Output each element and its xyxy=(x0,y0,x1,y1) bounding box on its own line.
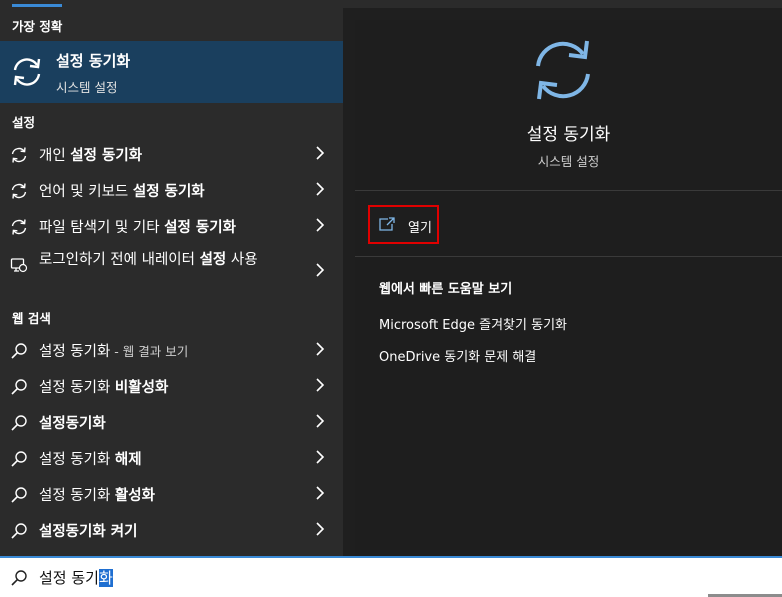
search-icon xyxy=(11,451,27,467)
chevron-right-icon xyxy=(316,414,325,428)
sync-icon xyxy=(11,147,27,163)
search-icon xyxy=(11,570,27,586)
narrator-sync-icon xyxy=(10,258,28,273)
web-search-item[interactable]: 설정 동기화 - 웹 결과 보기 xyxy=(0,332,343,368)
search-icon xyxy=(11,379,27,395)
settings-item[interactable]: 언어 및 키보드 설정 동기화 xyxy=(0,172,343,208)
search-bar[interactable]: 설정 동기화 xyxy=(0,556,782,597)
sync-icon xyxy=(536,40,590,100)
web-search-item-label: 설정동기화 켜기 xyxy=(39,524,138,540)
preview-title: 설정 동기화 xyxy=(526,125,611,145)
web-help-link[interactable]: OneDrive 동기화 문제 해결 xyxy=(379,346,536,365)
divider xyxy=(355,256,782,257)
settings-item-label: 로그인하기 전에 내레이터 설정 사용 xyxy=(39,252,258,268)
web-search-item[interactable]: 설정 동기화 활성화 xyxy=(0,476,343,512)
web-search-item-label: 설정 동기화 해제 xyxy=(39,452,142,468)
web-search-item[interactable]: 설정 동기화 비활성화 xyxy=(0,368,343,404)
open-external-icon xyxy=(379,217,395,231)
settings-item[interactable]: 파일 탐색기 및 기타 설정 동기화 xyxy=(0,208,343,244)
sync-icon xyxy=(11,183,27,199)
settings-item[interactable]: 개인 설정 동기화 xyxy=(0,136,343,172)
settings-item-label: 언어 및 키보드 설정 동기화 xyxy=(39,184,205,200)
open-button-label: 열기 xyxy=(408,221,432,236)
chevron-right-icon xyxy=(316,218,325,232)
preview-subtitle: 시스템 설정 xyxy=(537,154,600,169)
sync-icon xyxy=(11,219,27,235)
chevron-right-icon xyxy=(316,378,325,392)
chevron-right-icon xyxy=(316,522,325,536)
web-search-item[interactable]: 설정동기화 xyxy=(0,404,343,440)
sync-icon xyxy=(13,58,41,86)
open-button[interactable]: 열기 xyxy=(368,205,439,244)
settings-item-label: 파일 탐색기 및 기타 설정 동기화 xyxy=(39,220,236,236)
search-icon xyxy=(11,415,27,431)
chevron-right-icon xyxy=(316,450,325,464)
results-pane: 가장 정확 설정 동기화 시스템 설정 설정 개인 설정 동기화 언어 및 키보… xyxy=(0,8,343,556)
best-match-item[interactable]: 설정 동기화 시스템 설정 xyxy=(0,41,343,103)
web-search-item-label: 설정 동기화 활성화 xyxy=(39,488,155,504)
web-search-item-label: 설정동기화 xyxy=(39,416,106,432)
best-match-title: 설정 동기화 xyxy=(56,52,131,70)
search-icon xyxy=(11,487,27,503)
tab-accent xyxy=(12,4,62,7)
chevron-right-icon xyxy=(316,146,325,160)
search-input[interactable]: 설정 동기화 xyxy=(39,567,113,588)
web-search-item-label: 설정 동기화 - 웹 결과 보기 xyxy=(39,344,189,360)
web-search-item-label: 설정 동기화 비활성화 xyxy=(39,380,169,396)
preview-pane: 설정 동기화 시스템 설정 열기 웹에서 빠른 도움말 보기 Microsoft… xyxy=(355,20,782,556)
web-search-item[interactable]: 설정 동기화 해제 xyxy=(0,440,343,476)
web-search-item[interactable]: 설정동기화 켜기 xyxy=(0,512,343,548)
search-icon xyxy=(11,523,27,539)
web-help-heading: 웹에서 빠른 도움말 보기 xyxy=(379,282,513,297)
settings-item[interactable]: 로그인하기 전에 내레이터 설정 사용 xyxy=(0,248,343,292)
best-match-subtitle: 시스템 설정 xyxy=(56,80,118,95)
best-match-header: 가장 정확 xyxy=(12,19,63,34)
settings-item-label: 개인 설정 동기화 xyxy=(39,148,143,164)
search-icon xyxy=(11,343,27,359)
chevron-right-icon xyxy=(316,486,325,500)
search-selection: 화 xyxy=(98,569,113,587)
divider xyxy=(355,190,782,191)
settings-header: 설정 xyxy=(12,115,36,130)
chevron-right-icon xyxy=(316,342,325,356)
chevron-right-icon xyxy=(316,182,325,196)
web-search-header: 웹 검색 xyxy=(12,311,51,326)
chevron-right-icon xyxy=(316,263,325,277)
top-strip xyxy=(0,0,782,8)
web-help-link[interactable]: Microsoft Edge 즐겨찾기 동기화 xyxy=(379,314,567,333)
